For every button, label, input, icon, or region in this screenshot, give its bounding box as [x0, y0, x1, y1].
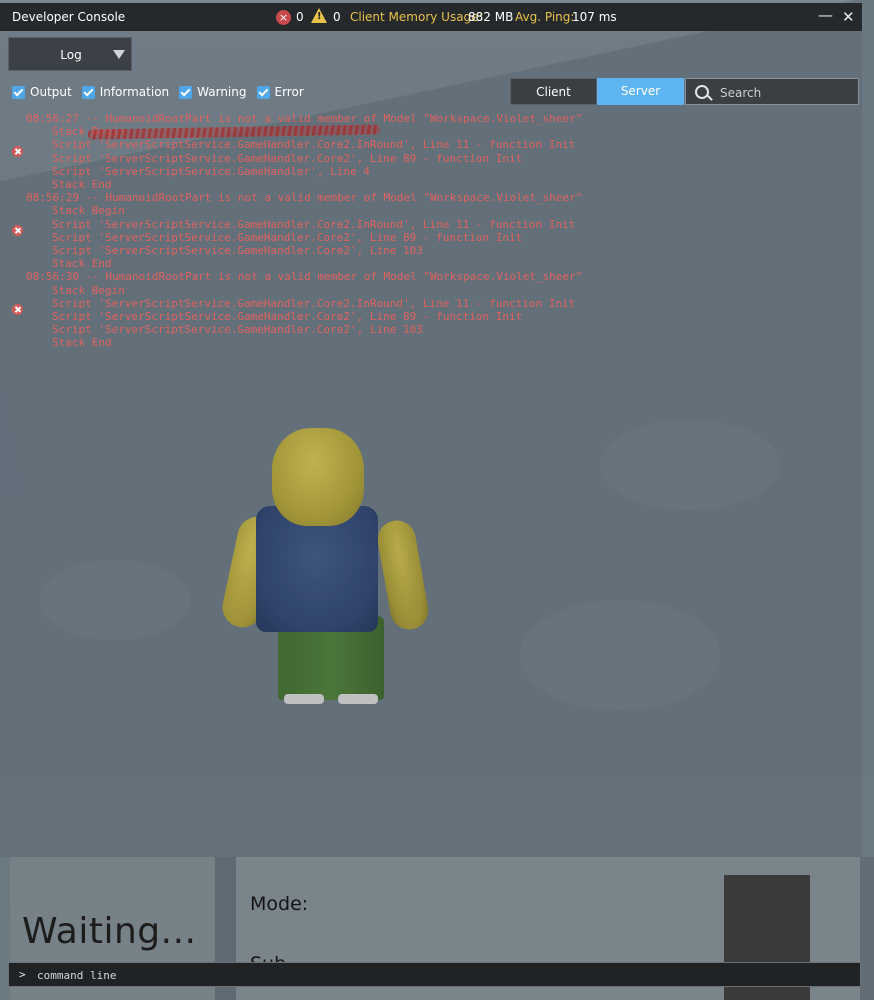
command-prompt: > [19, 968, 26, 981]
ping-label: Avg. Ping: [515, 10, 575, 24]
log-output[interactable]: 08:56:27 -- HumanoidRootPart is not a va… [0, 112, 862, 350]
memory-label: Client Memory Usage: [350, 10, 483, 24]
log-stack-line: Script 'ServerScriptService.GameHandler.… [52, 151, 523, 165]
checkbox-error[interactable] [256, 85, 270, 99]
checkbox-output[interactable] [12, 85, 25, 99]
log-entry-header: 08:56:30 -- HumanoidRootPart is not a va… [26, 270, 583, 284]
search-icon [695, 85, 709, 99]
view-dropdown[interactable]: Log [8, 37, 132, 71]
error-count-icon: × [276, 10, 291, 25]
checkbox-information[interactable] [81, 85, 95, 99]
console-titlebar[interactable]: Developer Console × 0 ! 0 Client Memory … [0, 3, 862, 31]
log-stack-line: Script 'ServerScriptService.GameHandler.… [52, 217, 576, 231]
log-entry-header: 08:56:27 -- HumanoidRootPart is not a va… [26, 112, 583, 125]
checkbox-warning[interactable] [179, 85, 193, 99]
memory-value: 882 MB [468, 10, 514, 24]
mode-label: Mode: [250, 893, 309, 915]
minimize-icon[interactable]: — [818, 6, 833, 24]
log-stack-line: Script 'ServerScriptService.GameHandler.… [52, 296, 576, 310]
log-stack-line: Script 'ServerScriptService.GameHandler.… [52, 310, 523, 324]
console-title: Developer Console [12, 10, 126, 24]
log-stack-line: Script 'ServerScriptService.GameHandler.… [52, 323, 423, 337]
panel-edge [860, 857, 874, 1000]
filter-error[interactable]: Error [256, 85, 304, 99]
warning-count-icon: ! [311, 8, 327, 23]
error-count: 0 [296, 10, 304, 24]
developer-console: Developer Console × 0 ! 0 Client Memory … [0, 0, 874, 1000]
command-bar[interactable]: > [8, 962, 861, 987]
log-stack-line: Script 'ServerScriptService.GameHandler.… [52, 230, 523, 244]
chevron-down-icon [113, 50, 125, 59]
filter-error-label: Error [274, 85, 304, 99]
filter-warning[interactable]: Warning [179, 85, 247, 99]
filter-output-label: Output [30, 85, 72, 99]
waiting-status-text: Waiting... [22, 911, 197, 952]
log-entry-header: 08:56:29 -- HumanoidRootPart is not a va… [26, 191, 583, 205]
log-stack-line: Stack End [52, 178, 112, 192]
error-icon [12, 146, 23, 157]
log-entry[interactable]: 08:56:29 -- HumanoidRootPart is not a va… [0, 191, 862, 270]
filter-output[interactable]: Output [12, 85, 72, 99]
tab-server[interactable]: Server [597, 78, 684, 105]
log-stack-line: Script 'ServerScriptService.GameHandler.… [52, 138, 576, 152]
log-entry[interactable]: 08:56:30 -- HumanoidRootPart is not a va… [0, 270, 862, 349]
close-icon[interactable]: ✕ [842, 8, 855, 26]
search-box[interactable] [685, 78, 859, 105]
log-stack-line: Stack End [52, 257, 112, 271]
tab-client[interactable]: Client [510, 78, 597, 105]
log-stack-line: Stack Begin [52, 204, 125, 218]
search-input[interactable] [718, 82, 856, 103]
warning-count: 0 [333, 10, 341, 24]
log-stack-line: Stack Begin [52, 283, 125, 297]
log-entry[interactable]: 08:56:27 -- HumanoidRootPart is not a va… [0, 112, 862, 191]
filter-warning-label: Warning [197, 85, 247, 99]
command-input[interactable] [35, 966, 839, 985]
filter-information[interactable]: Information [81, 85, 170, 99]
ping-value: 107 ms [572, 10, 617, 24]
log-stack-line: Script 'ServerScriptService.GameHandler.… [52, 244, 423, 258]
log-stack-line: Script 'ServerScriptService.GameHandler'… [52, 164, 370, 178]
filter-information-label: Information [99, 85, 170, 99]
log-stack-line: Stack End [52, 336, 112, 350]
log-filters: Output Information Warning Error [12, 83, 314, 101]
